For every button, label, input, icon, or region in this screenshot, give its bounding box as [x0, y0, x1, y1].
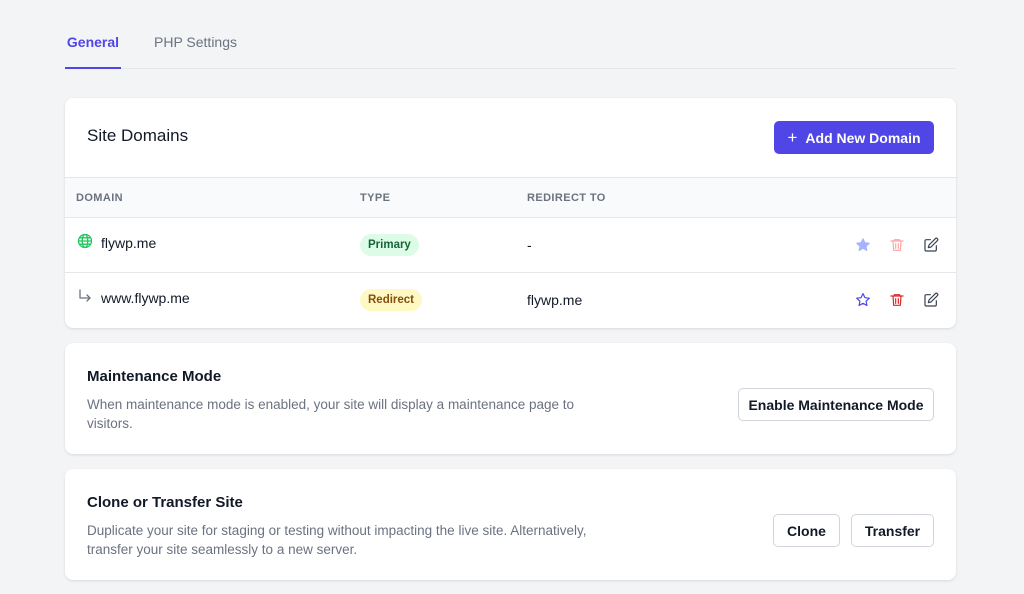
maintenance-mode-description: When maintenance mode is enabled, your s…	[87, 397, 575, 431]
redirect-to-cell: flywp.me	[527, 292, 583, 308]
clone-transfer-card: Clone or Transfer Site Duplicate your si…	[65, 469, 956, 580]
domain-name: www.flywp.me	[101, 289, 190, 306]
tab-php-settings[interactable]: PHP Settings	[150, 34, 241, 69]
tab-general[interactable]: General	[65, 34, 121, 69]
type-badge-redirect: Redirect	[360, 289, 423, 311]
site-domains-title: Site Domains	[87, 126, 189, 145]
row-actions	[854, 291, 940, 309]
row-actions	[854, 236, 940, 254]
add-new-domain-label: Add New Domain	[805, 129, 921, 146]
redirect-to-cell: -	[527, 237, 532, 253]
maintenance-mode-title: Maintenance Mode	[87, 368, 222, 385]
domains-table-header: DOMAIN TYPE REDIRECT TO	[65, 177, 956, 218]
redirect-arrow-icon	[77, 288, 93, 307]
add-new-domain-button[interactable]: + Add New Domain	[774, 121, 934, 154]
table-row: flywp.me Primary -	[65, 218, 956, 273]
domain-cell: www.flywp.me	[77, 288, 190, 307]
trash-icon[interactable]	[888, 291, 906, 309]
plus-icon: +	[787, 128, 798, 147]
column-header-domain: DOMAIN	[76, 192, 124, 204]
star-filled-icon[interactable]	[854, 236, 872, 254]
star-outline-icon[interactable]	[854, 291, 872, 309]
edit-icon[interactable]	[922, 236, 940, 254]
edit-icon[interactable]	[922, 291, 940, 309]
column-header-redirect-to: REDIRECT TO	[527, 192, 606, 204]
maintenance-mode-card: Maintenance Mode When maintenance mode i…	[65, 343, 956, 454]
enable-maintenance-mode-button[interactable]: Enable Maintenance Mode	[738, 388, 934, 421]
tab-bar: General PHP Settings	[65, 0, 956, 69]
clone-button[interactable]: Clone	[773, 514, 840, 547]
table-row: www.flywp.me Redirect flywp.me	[65, 273, 956, 328]
clone-transfer-title: Clone or Transfer Site	[87, 494, 243, 511]
site-domains-card: Site Domains + Add New Domain DOMAIN TYP…	[65, 98, 956, 328]
clone-transfer-description: Duplicate your site for staging or testi…	[87, 523, 587, 557]
transfer-button[interactable]: Transfer	[851, 514, 934, 547]
globe-icon	[77, 233, 93, 252]
column-header-type: TYPE	[360, 192, 391, 204]
trash-icon[interactable]	[888, 236, 906, 254]
domain-name: flywp.me	[101, 234, 157, 251]
type-badge-primary: Primary	[360, 234, 419, 256]
domain-cell: flywp.me	[77, 233, 156, 252]
